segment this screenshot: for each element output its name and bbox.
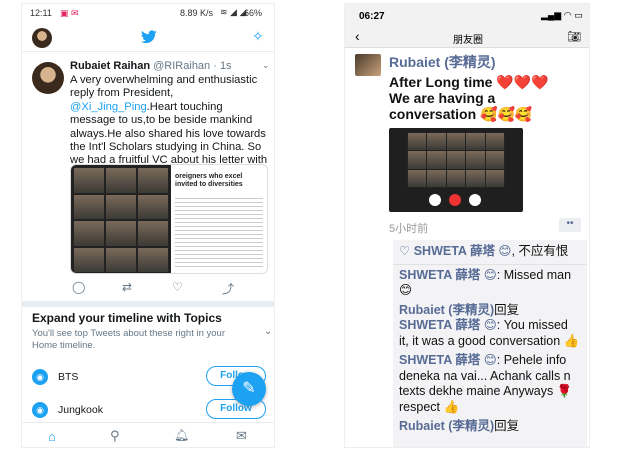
- tweet-image[interactable]: oreigners who excel invited to diversiti…: [70, 164, 268, 274]
- profile-avatar[interactable]: [32, 28, 52, 48]
- signal-icons: ≋ ◢ ◢: [220, 7, 247, 17]
- status-time: 12:11: [30, 8, 52, 18]
- reply-icon[interactable]: ◯: [72, 280, 85, 294]
- likes-row: ♡ SHWETA 薛塔 😊, 不应有恨: [393, 240, 587, 265]
- wechat-screen: 06:27 ▂▄▆ ◠ ▭ ‹ 朋友圈 📷︎ Rubaiet (李精灵) Aft…: [344, 3, 590, 448]
- status-time: 06:27: [359, 11, 385, 22]
- signal-icons: ▂▄▆ ◠ ▭: [541, 10, 583, 20]
- like-icon[interactable]: ♡: [172, 280, 183, 294]
- heart-icon: ♡: [399, 244, 411, 258]
- network-speed: 8.89 K/s: [180, 8, 214, 18]
- divider: [22, 301, 274, 307]
- tweet-avatar[interactable]: [32, 62, 64, 94]
- twitter-header: ✧: [22, 22, 274, 52]
- sparkle-icon[interactable]: ✧: [252, 28, 264, 45]
- chevron-down-icon[interactable]: ⌄: [262, 60, 270, 71]
- compose-icon[interactable]: ✎: [232, 372, 266, 406]
- mention-link[interactable]: @Xi_Jing_Ping: [70, 101, 147, 113]
- wechat-header: 06:27 ▂▄▆ ◠ ▭ ‹ 朋友圈 📷︎: [345, 4, 589, 48]
- avatar[interactable]: [355, 54, 381, 76]
- topics-title: Expand your timeline with Topics: [32, 311, 222, 325]
- post-text: After Long time ❤️❤️❤️ We are having a c…: [389, 74, 549, 122]
- post-time: 5小时前: [389, 223, 429, 235]
- mail-icon[interactable]: ✉: [236, 428, 247, 444]
- topic-icon: ◉: [32, 402, 48, 418]
- retweet-icon[interactable]: ⇄: [122, 280, 132, 294]
- tweet-author[interactable]: Rubaiet Raihan: [70, 60, 150, 72]
- twitter-bird-icon: [141, 30, 157, 44]
- comment-item[interactable]: SHWETA 薛塔 😊: Pehele info deneka na vai..…: [399, 353, 581, 415]
- topic-name: BTS: [58, 371, 79, 383]
- notification-icon: ▣ ✉: [60, 8, 79, 18]
- camera-icon[interactable]: 📷︎: [567, 30, 581, 43]
- home-icon[interactable]: ⌂: [48, 429, 56, 444]
- post-author[interactable]: Rubaiet (李精灵): [389, 52, 496, 72]
- tweet-handle: @RIRaihan · 1s: [153, 60, 232, 72]
- search-icon[interactable]: ⚲: [110, 428, 120, 444]
- chevron-down-icon[interactable]: ⌄: [264, 326, 272, 337]
- comment-item[interactable]: Rubaiet (李精灵)回复: [399, 303, 581, 319]
- comment-item[interactable]: SHWETA 薛塔 😊: You missed it, it was a goo…: [399, 318, 581, 349]
- topic-name: Jungkook: [58, 404, 103, 416]
- image-caption: oreigners who excel invited to diversiti…: [175, 173, 243, 188]
- image-article-text: [175, 195, 263, 269]
- twitter-screen: 12:11 ▣ ✉ 8.89 K/s ≋ ◢ ◢ 66% ✧ Rubaiet R…: [21, 3, 275, 448]
- bell-icon[interactable]: 🔔︎: [174, 428, 189, 442]
- more-options-icon[interactable]: ••: [559, 218, 581, 232]
- comment-item[interactable]: SHWETA 薛塔 😊: Missed man 😊: [399, 268, 581, 299]
- comments-box: ♡ SHWETA 薛塔 😊, 不应有恨 SHWETA 薛塔 😊: Missed …: [393, 240, 587, 447]
- comment-item[interactable]: Rubaiet (李精灵)回复: [399, 419, 581, 435]
- post-image[interactable]: [389, 128, 523, 212]
- bottom-nav: ⌂ ⚲ 🔔︎ ✉: [22, 422, 274, 447]
- share-icon[interactable]: ⤴: [222, 280, 234, 297]
- page-title: 朋友圈: [453, 35, 483, 46]
- topics-subtitle: You'll see top Tweets about these right …: [32, 328, 225, 351]
- topic-icon: ◉: [32, 369, 48, 385]
- battery-level: 66%: [244, 8, 263, 18]
